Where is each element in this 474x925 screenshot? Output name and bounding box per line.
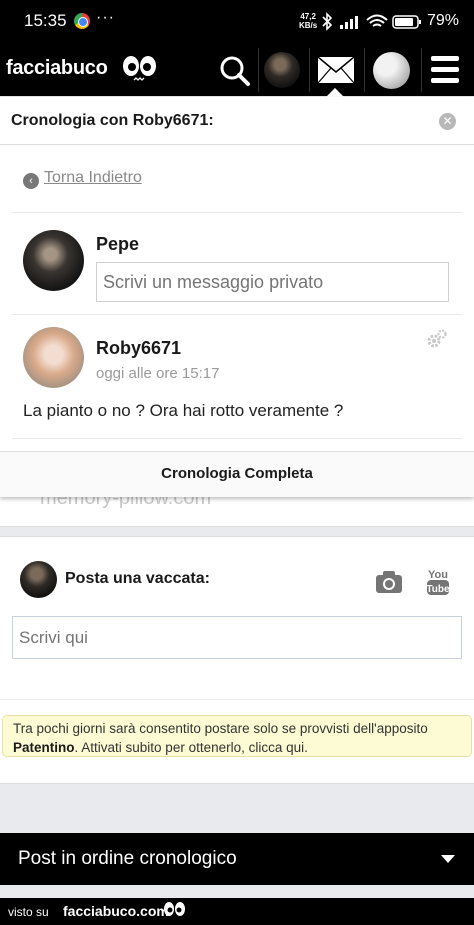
divider <box>0 699 474 700</box>
battery-icon <box>392 15 421 29</box>
wifi-icon <box>366 14 388 27</box>
network-speed-unit: KB/s <box>299 21 318 30</box>
battery-percentage: 79% <box>427 12 460 29</box>
youtube-icon[interactable]: You Tube <box>426 567 450 597</box>
header-divider <box>364 48 365 92</box>
notice-text-start: Tra pochi giorni sarà consentito postare… <box>13 721 428 736</box>
svg-text:You: You <box>428 569 448 581</box>
network-speed: 47,2 KB/s <box>299 12 317 30</box>
back-link-label: Torna Indietro <box>44 169 142 186</box>
site-logo[interactable]: facciabuco <box>6 57 108 80</box>
user-avatar[interactable] <box>264 52 300 88</box>
close-icon[interactable]: ✕ <box>439 113 456 130</box>
menu-icon[interactable] <box>431 55 459 85</box>
background-content: memory-pillow.com <box>0 497 474 527</box>
messages-icon[interactable] <box>317 56 355 84</box>
chronological-order-label: Post in ordine cronologico <box>18 848 237 869</box>
background-text: memory-pillow.com <box>40 497 212 509</box>
search-icon[interactable] <box>218 51 252 89</box>
notice-text-end: . Attivati subito per ottenerlo, clicca … <box>74 740 308 755</box>
back-arrow-icon: ‹ <box>23 173 39 189</box>
header-divider <box>421 48 422 92</box>
signal-icon <box>340 16 358 29</box>
moon-icon[interactable] <box>373 52 410 89</box>
header-divider <box>309 48 310 92</box>
header-divider <box>258 48 259 92</box>
logo-eyes-icon <box>123 56 156 81</box>
message-time: oggi alle ore 15:17 <box>96 365 220 382</box>
reply-avatar[interactable] <box>23 230 84 291</box>
post-composer: Posta una vaccata: You Tube Tra pochi gi… <box>0 536 474 784</box>
message-text: La pianto o no ? Ora hai rotto veramente… <box>23 401 344 420</box>
chevron-down-icon <box>441 855 455 863</box>
composer-avatar[interactable] <box>20 561 57 598</box>
site-header: facciabuco <box>0 44 474 96</box>
reply-name[interactable]: Pepe <box>96 234 139 255</box>
composer-title: Posta una vaccata: <box>65 570 210 587</box>
gear-icon[interactable] <box>426 329 448 349</box>
camera-icon[interactable] <box>375 570 403 594</box>
logo-eyes-icon <box>164 902 185 916</box>
watermark-footer: visto su facciabuco.com <box>0 898 474 925</box>
divider <box>12 438 462 439</box>
status-icons <box>322 12 421 31</box>
license-notice[interactable]: Tra pochi giorni sarà consentito postare… <box>2 715 472 757</box>
page: 15:35 ··· 47,2 KB/s 79% facciabuco memor… <box>0 0 474 925</box>
bluetooth-icon <box>322 12 333 31</box>
message-history-popup: Cronologia con Roby6671: ✕ ‹ Torna Indiet… <box>0 97 474 497</box>
message-author[interactable]: Roby6671 <box>96 338 181 359</box>
divider <box>12 212 462 213</box>
message-author-avatar[interactable] <box>23 327 84 388</box>
post-input[interactable] <box>12 616 462 659</box>
svg-text:Tube: Tube <box>426 584 450 595</box>
back-link[interactable]: ‹ Torna Indietro <box>23 169 142 189</box>
more-notifications-icon: ··· <box>96 9 115 26</box>
notice-bold: Patentino <box>13 740 75 755</box>
footer-logo: facciabuco.com <box>63 903 169 919</box>
footer-visto-su: visto su <box>8 905 49 919</box>
popup-header: Cronologia con Roby6671: ✕ <box>0 97 474 145</box>
status-bar: 15:35 ··· 47,2 KB/s 79% <box>0 0 474 44</box>
popup-title: Cronologia con Roby6671: <box>11 112 214 129</box>
status-time: 15:35 <box>24 11 67 30</box>
private-message-input[interactable] <box>96 262 449 302</box>
chronological-order-bar[interactable]: Post in ordine cronologico <box>0 833 474 885</box>
network-speed-value: 47,2 <box>300 12 316 21</box>
full-history-button[interactable]: Cronologia Completa <box>0 451 474 497</box>
divider <box>12 314 462 315</box>
chrome-icon <box>74 13 90 29</box>
